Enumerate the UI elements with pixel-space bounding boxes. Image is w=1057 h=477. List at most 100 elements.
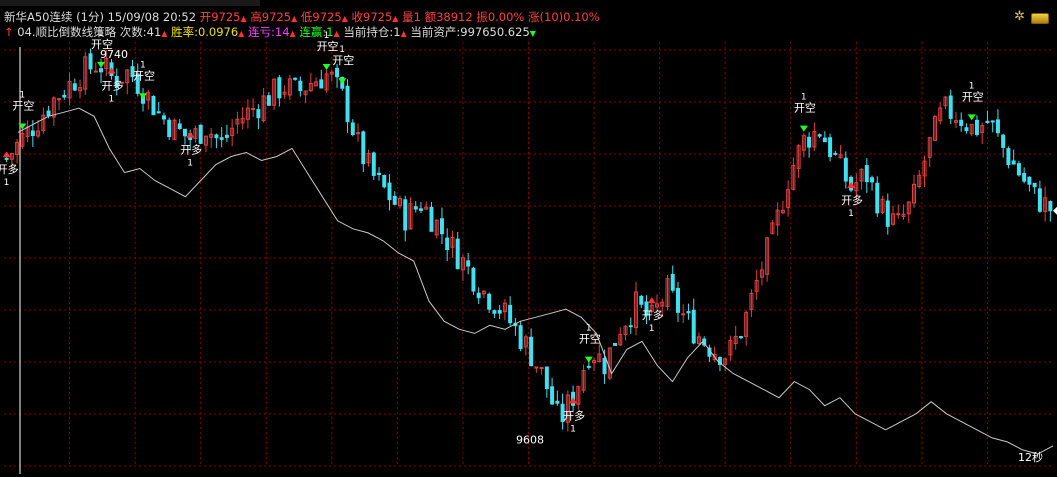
buy-arrow-icon (647, 297, 656, 304)
candle-down (817, 134, 822, 137)
candle-down (691, 309, 696, 344)
candle-up (534, 366, 539, 369)
sell-arrow-icon (584, 356, 593, 363)
order-qty: 1 (570, 424, 576, 434)
candle-down (319, 79, 324, 89)
candle-down (445, 237, 450, 250)
order-qty: 1 (848, 209, 854, 219)
buy-signal-label: 开多 (102, 79, 124, 93)
candle-up (681, 313, 686, 316)
candle-down (62, 94, 67, 98)
sell-arrow-icon (799, 125, 808, 132)
candle-down (518, 325, 523, 350)
chart-area[interactable]: 新华A50连续 (1分) 15/09/08 20:52 开9725▲ 高9725… (0, 0, 1057, 477)
candle-down (497, 309, 502, 314)
sell-signal-label: 开空 (133, 68, 155, 82)
buy-arrow-icon (847, 182, 856, 189)
candle-down (156, 111, 161, 114)
candle-down (72, 83, 77, 91)
candle-up (57, 98, 62, 101)
candle-down (298, 80, 303, 92)
sell-signal-label: 开空 (579, 332, 601, 346)
sell-arrow-icon (138, 93, 147, 100)
order-qty: 1 (586, 324, 592, 334)
candle-down (214, 134, 219, 139)
candle-down (1011, 160, 1016, 165)
candle-down (377, 172, 382, 175)
candle-down (387, 182, 392, 201)
sell-signal-label: 开空 (317, 39, 339, 53)
candle-down (1006, 148, 1011, 166)
candle-down (807, 136, 812, 148)
buy-arrow-icon (569, 397, 578, 404)
order-qty: 1 (109, 95, 115, 105)
order-qty: 1 (339, 45, 345, 55)
candle-down (870, 177, 875, 183)
candle-up (93, 70, 98, 73)
candle-down (492, 310, 497, 314)
candle-down (471, 267, 476, 292)
price-chart[interactable]: 开多1开空1开空1开多1开空1开多1开空1开空1开多1开空1开多1开空1开多1开… (0, 0, 1057, 477)
candle-down (875, 182, 880, 214)
buy-signal-label: 开多 (841, 193, 863, 207)
candle-down (974, 119, 979, 135)
candle-down (455, 238, 460, 270)
candle-down (439, 218, 444, 235)
candle-down (256, 109, 261, 119)
sell-arrow-icon (338, 78, 347, 85)
candle-down (151, 95, 156, 116)
candle-down (1001, 134, 1006, 148)
buy-arrow-icon (107, 67, 116, 74)
candle-down (508, 304, 513, 324)
candle-down (161, 115, 166, 120)
candle-down (1022, 172, 1027, 182)
candle-down (88, 53, 93, 70)
candle-down (985, 120, 990, 123)
candle-down (392, 195, 397, 205)
candle-down (639, 295, 644, 305)
candle-down (277, 77, 282, 99)
candle-down (167, 119, 172, 138)
high-price-label: 9740 (100, 48, 128, 61)
equity-curve (17, 107, 1054, 455)
candle-down (864, 165, 869, 183)
buy-signal-label: 开多 (180, 143, 202, 157)
sell-arrow-icon (967, 114, 976, 121)
candle-down (487, 293, 492, 310)
candle-down (219, 137, 224, 140)
candle-down (371, 152, 376, 176)
candle-down (544, 366, 549, 390)
candle-up (356, 132, 361, 135)
candle-down (1048, 201, 1053, 212)
order-qty: 1 (649, 324, 655, 334)
candle-down (959, 119, 964, 126)
candle-down (550, 386, 555, 405)
sell-arrow-icon (97, 61, 106, 68)
sell-signal-label: 开空 (12, 98, 34, 112)
candle-down (350, 122, 355, 136)
order-qty: 1 (801, 93, 807, 103)
candle-down (293, 77, 298, 80)
candle-down (670, 273, 675, 291)
candle-down (738, 336, 743, 339)
candle-down (224, 134, 229, 138)
candle-down (1016, 163, 1021, 176)
countdown-label: 12秒 (1018, 450, 1043, 464)
candle-down (413, 206, 418, 210)
last-price-marker (1053, 206, 1057, 215)
order-qty: 1 (19, 90, 25, 100)
candle-down (476, 292, 481, 299)
order-qty: 1 (187, 159, 193, 169)
buy-arrow-icon (186, 131, 195, 138)
candle-down (1027, 176, 1032, 185)
candle-down (4, 157, 9, 160)
sell-signal-label: 开空 (962, 89, 984, 103)
sell-signal-label: 开空 (794, 101, 816, 115)
buy-signal-label: 开多 (0, 162, 19, 176)
candle-down (46, 110, 51, 117)
order-qty: 1 (98, 29, 104, 39)
candle-down (1032, 182, 1037, 188)
candle-down (335, 67, 340, 78)
candle-down (99, 68, 104, 73)
order-qty: 1 (4, 178, 10, 188)
